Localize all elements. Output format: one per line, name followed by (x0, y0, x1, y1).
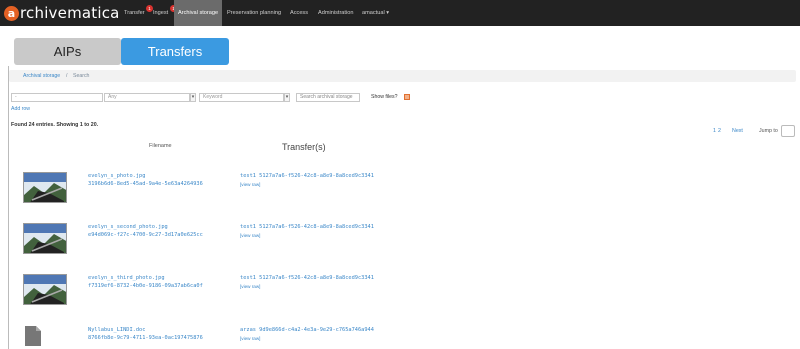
table-row: Nyllabus_LINDI.doc 8766fb8e-9c79-4711-93… (0, 326, 800, 349)
view-raw-link[interactable]: [view raw] (240, 284, 260, 289)
file-uuid-link[interactable]: 3196b6d6-8ed5-45ad-9a4e-5e63a4264936 (88, 181, 203, 187)
page-link-2[interactable]: 2 (718, 128, 721, 134)
column-header-filename[interactable]: Filename (149, 143, 172, 149)
jump-to-label: Jump to (759, 128, 778, 134)
transfer-link[interactable]: arzas 9d9e866d-c4a2-4e3a-9e29-c765a746a9… (240, 327, 374, 333)
tab-transfers[interactable]: Transfers (121, 38, 229, 65)
table-row: evelyn_s_third_photo.jpg f7319ef6-8732-4… (0, 274, 800, 314)
breadcrumb-archival-storage[interactable]: Archival storage (23, 73, 60, 79)
file-name-link[interactable]: evelyn_s_second_photo.jpg (88, 224, 168, 230)
chevron-down-icon[interactable]: ▾ (284, 93, 290, 102)
logo-text: rchivematica (20, 4, 120, 22)
table-row: evelyn_s_photo.jpg 3196b6d6-8ed5-45ad-9a… (0, 172, 800, 212)
photo-thumbnail[interactable] (23, 223, 67, 254)
search-type-select[interactable]: Keyword (199, 93, 284, 102)
table-row: evelyn_s_second_photo.jpg e94d069c-f27c-… (0, 223, 800, 263)
transfer-link[interactable]: test1 5127a7a6-f526-42c8-a8e9-8a8ced9c33… (240, 275, 374, 281)
file-name-link[interactable]: evelyn_s_photo.jpg (88, 173, 145, 179)
next-page-link[interactable]: Next (732, 128, 743, 134)
search-storage-input[interactable]: Search archival storage (296, 93, 360, 102)
file-uuid-link[interactable]: e94d069c-f27c-4700-9c27-3d17a0e625cc (88, 232, 203, 238)
search-query-input[interactable]: - (11, 93, 103, 102)
breadcrumb-search: Search (73, 73, 90, 79)
nav-administration[interactable]: Administration (318, 0, 353, 26)
transfer-link[interactable]: test1 5127a7a6-f526-42c8-a8e9-8a8ced9c33… (240, 173, 374, 179)
add-row-link[interactable]: Add row (11, 106, 30, 112)
archivematica-logo[interactable]: a rchivematica (4, 3, 120, 23)
tab-aips[interactable]: AIPs (14, 38, 121, 65)
transfer-badge: 1 (146, 5, 153, 12)
show-files-checkbox[interactable] (404, 93, 410, 100)
file-uuid-link[interactable]: f7319ef6-8732-4b0e-9186-09a37ab6ca0f (88, 283, 203, 289)
nav-access[interactable]: Access (290, 0, 308, 26)
file-name-link[interactable]: Nyllabus_LINDI.doc (88, 327, 145, 333)
file-uuid-link[interactable]: 8766fb8e-9c79-4711-93ea-0ac197475876 (88, 335, 203, 341)
nav-ingest[interactable]: Ingest (153, 0, 168, 26)
photo-thumbnail[interactable] (23, 274, 67, 305)
view-raw-link[interactable]: [view raw] (240, 182, 260, 187)
results-summary: Found 24 entries. Showing 1 to 20. (11, 122, 99, 128)
nav-user-menu[interactable]: amactual ▾ (362, 0, 389, 26)
logo-letter: a (4, 5, 19, 21)
file-name-link[interactable]: evelyn_s_third_photo.jpg (88, 275, 165, 281)
nav-preservation-planning[interactable]: Preservation planning (227, 0, 281, 26)
top-navbar: a rchivematica Transfer 1 Ingest 1 Archi… (0, 0, 800, 26)
jump-to-input[interactable] (781, 125, 795, 137)
breadcrumb: Archival storage / Search (9, 70, 796, 82)
view-raw-link[interactable]: [view raw] (240, 336, 260, 341)
search-field-select[interactable]: Any (104, 93, 190, 102)
nav-archival-storage[interactable]: Archival storage (174, 0, 223, 26)
transfer-link[interactable]: test1 5127a7a6-f526-42c8-a8e9-8a8ced9c33… (240, 224, 374, 230)
document-icon[interactable] (25, 326, 41, 346)
nav-transfer[interactable]: Transfer (124, 0, 145, 26)
column-header-transfers[interactable]: Transfer(s) (282, 142, 326, 152)
photo-thumbnail[interactable] (23, 172, 67, 203)
view-raw-link[interactable]: [view raw] (240, 233, 260, 238)
page-link-1[interactable]: 1 (713, 128, 716, 134)
breadcrumb-separator: / (66, 73, 68, 79)
show-files-label: Show files? (371, 94, 398, 100)
chevron-down-icon[interactable]: ▾ (190, 93, 196, 102)
